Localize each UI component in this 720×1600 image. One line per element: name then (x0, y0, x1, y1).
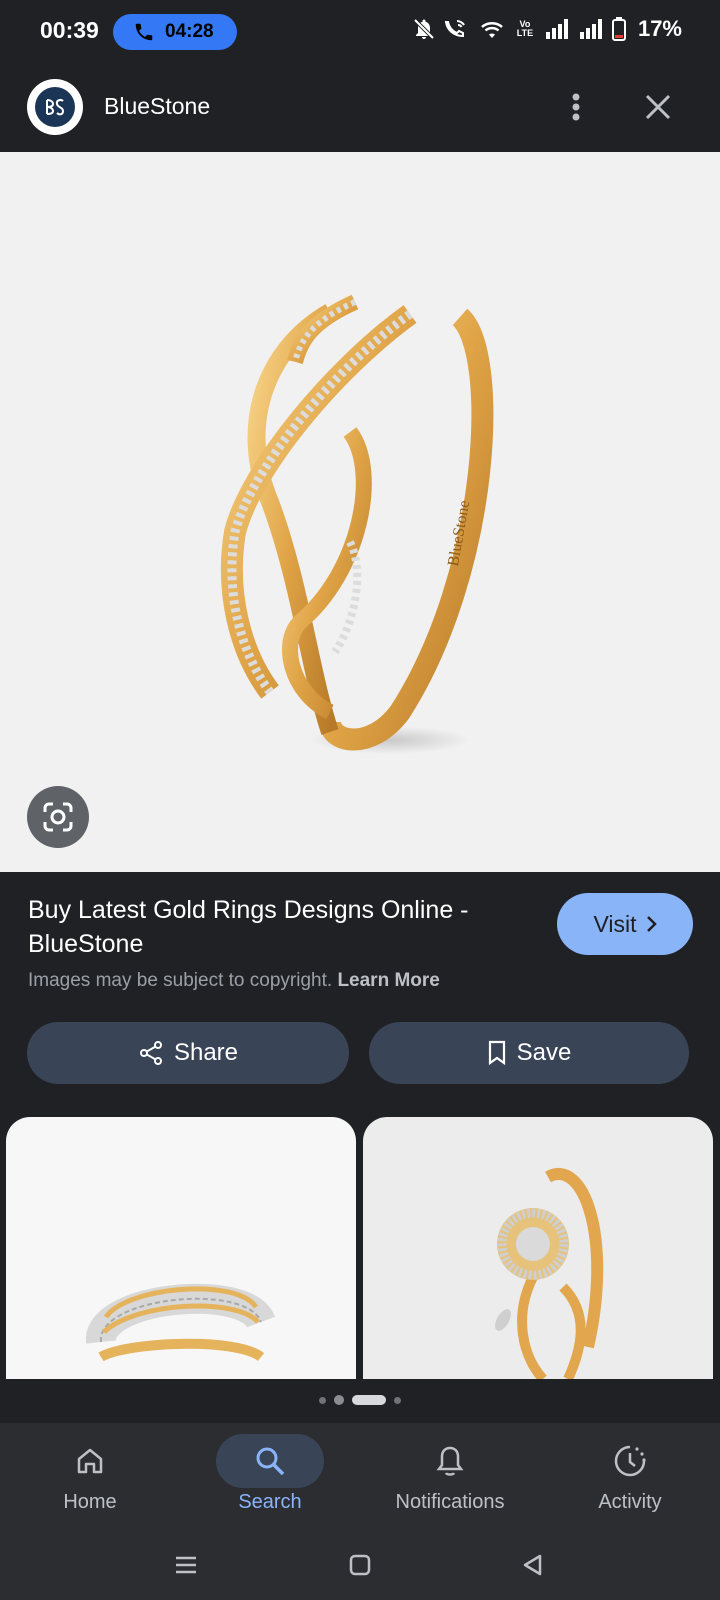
phone-icon (135, 23, 153, 41)
diamond-ring-image (86, 1283, 276, 1362)
nav-home-label: Home (63, 1491, 117, 1513)
close-icon (645, 94, 671, 120)
pager-dot-active (352, 1395, 386, 1405)
viewer-header: BlueStone (0, 62, 720, 152)
pager-dot (394, 1396, 401, 1404)
pager-dot (334, 1395, 344, 1405)
learn-more-link[interactable]: Learn More (337, 970, 439, 991)
save-label: Save (516, 1039, 572, 1066)
back-triangle-icon (523, 1554, 542, 1576)
bottom-navigation: Home Search Notifications Activity (0, 1423, 720, 1525)
status-icons: Vo LTE 17% (412, 16, 682, 42)
halo-ring-image (495, 1168, 604, 1379)
nav-search-label: Search (238, 1491, 302, 1513)
call-timer: 04:28 (165, 21, 214, 42)
signal-icon-sim1 (545, 19, 568, 39)
status-bar: 00:39 04:28 Vo LTE 17% (0, 0, 720, 62)
nav-activity-label: Activity (598, 1491, 662, 1513)
nav-home[interactable]: Home (0, 1423, 180, 1525)
home-system-button[interactable] (340, 1545, 380, 1585)
close-button[interactable] (638, 87, 678, 127)
square-home-icon (349, 1554, 371, 1576)
notifications-muted-icon (413, 18, 435, 40)
lens-icon (43, 802, 73, 832)
activity-icon (576, 1434, 684, 1488)
visit-label: Visit (593, 910, 637, 937)
pager-dot (319, 1396, 326, 1404)
site-logo[interactable] (27, 79, 83, 135)
status-time: 00:39 (40, 17, 99, 43)
recents-icon (176, 1556, 196, 1574)
battery-percent: 17% (637, 16, 682, 41)
related-image-1[interactable] (6, 1117, 356, 1379)
search-icon (216, 1434, 324, 1488)
bookmark-icon (488, 1040, 505, 1066)
system-navigation-bar (0, 1525, 720, 1600)
site-name[interactable]: BlueStone (104, 93, 210, 120)
copyright-notice: Images may be subject to copyright. Lear… (28, 970, 440, 992)
volte-indicator: Vo LTE (516, 19, 534, 38)
nav-notifications-label: Notifications (395, 1491, 505, 1513)
bell-icon (396, 1434, 504, 1488)
recents-button[interactable] (166, 1545, 206, 1585)
nav-search[interactable]: Search (180, 1423, 360, 1525)
nav-notifications[interactable]: Notifications (360, 1423, 540, 1525)
more-options-button[interactable] (556, 87, 596, 127)
ongoing-call-chip[interactable]: 04:28 (113, 14, 237, 50)
main-image[interactable]: BlueStone (0, 152, 720, 872)
share-label: Share (173, 1039, 239, 1066)
result-title[interactable]: Buy Latest Gold Rings Designs Online - B… (28, 893, 528, 961)
home-icon (36, 1434, 144, 1488)
more-vert-icon (572, 93, 580, 121)
visit-button[interactable]: Visit (557, 893, 693, 955)
copyright-text: Images may be subject to copyright. (28, 970, 333, 991)
google-lens-button[interactable] (27, 786, 89, 848)
share-icon (139, 1041, 162, 1065)
pager-dots (0, 1392, 720, 1408)
bluestone-logo-icon (35, 87, 75, 127)
back-button[interactable] (512, 1545, 552, 1585)
battery-icon (611, 17, 626, 41)
signal-icon-sim2 (579, 19, 602, 39)
share-button[interactable]: Share (27, 1022, 349, 1084)
wifi-icon (481, 22, 503, 38)
save-button[interactable]: Save (369, 1022, 689, 1084)
related-image-2[interactable] (363, 1117, 713, 1379)
nav-activity[interactable]: Activity (540, 1423, 720, 1525)
chevron-right-icon (646, 916, 657, 932)
gold-ring-image: BlueStone (220, 294, 494, 754)
wifi-calling-icon (444, 20, 465, 38)
